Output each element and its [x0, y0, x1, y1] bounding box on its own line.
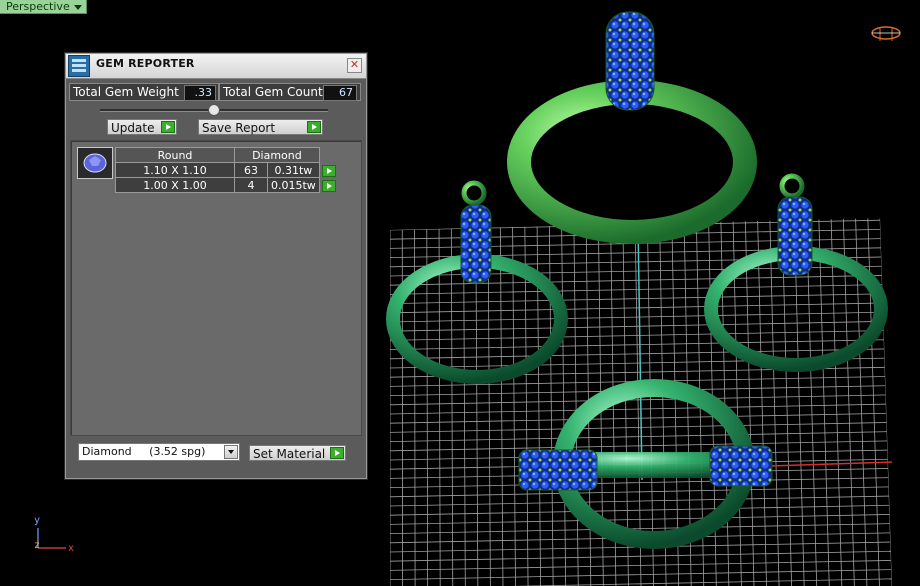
total-gem-weight-value: .33 — [184, 85, 216, 101]
set-material-button-label: Set Material — [253, 447, 326, 461]
gem-size: 1.00 X 1.00 — [115, 177, 235, 193]
gem-count: 63 — [234, 162, 268, 178]
go-arrow-icon — [307, 121, 321, 133]
save-report-button-label: Save Report — [202, 121, 276, 135]
gem-reporter-app-icon — [68, 55, 90, 77]
gem-size: 1.10 X 1.10 — [115, 162, 235, 178]
dropdown-arrow-icon[interactable] — [224, 445, 238, 459]
pendant-top — [507, 11, 757, 244]
viewport-label: Perspective — [6, 0, 70, 13]
column-header-cut: Round — [115, 147, 235, 163]
axis-label-z: z — [34, 540, 41, 551]
total-gem-count-value: 67 — [323, 85, 357, 101]
material-select-value: Diamond (3.52 spg) — [82, 445, 206, 458]
column-header-material: Diamond — [234, 147, 320, 163]
gem-table-header-row: Round Diamond — [115, 147, 338, 163]
gem-count: 4 — [234, 177, 268, 193]
gem-reporter-dialog: GEM REPORTER ✕ Total Gem Weight .33 Tota… — [65, 53, 367, 479]
material-select[interactable]: Diamond (3.52 spg) — [78, 443, 240, 461]
gem-weight: 0.31tw — [267, 162, 320, 178]
close-icon[interactable]: ✕ — [347, 58, 362, 73]
gem-list-panel: Round Diamond 1.10 X 1.10 63 0.31tw 1.00… — [70, 140, 362, 436]
update-button-label: Update — [111, 121, 155, 135]
go-arrow-icon — [161, 121, 175, 133]
axis-label-x: x — [68, 543, 75, 554]
update-button[interactable]: Update — [107, 119, 177, 135]
axis-label-y: y — [34, 515, 41, 526]
gem-weight: 0.015tw — [267, 177, 320, 193]
go-arrow-icon — [330, 447, 344, 459]
table-row[interactable]: 1.00 X 1.00 4 0.015tw — [115, 177, 338, 193]
slider-handle[interactable] — [208, 104, 220, 116]
go-arrow-icon[interactable] — [321, 164, 336, 177]
gem-table: Round Diamond 1.10 X 1.10 63 0.31tw 1.00… — [115, 147, 338, 193]
set-material-button[interactable]: Set Material — [249, 445, 346, 461]
axis-triad — [37, 528, 66, 549]
chevron-down-icon — [73, 4, 82, 10]
table-row[interactable]: 1.10 X 1.10 63 0.31tw — [115, 162, 338, 178]
viewport-label-tab[interactable]: Perspective — [0, 0, 87, 14]
dialog-title: GEM REPORTER — [96, 57, 195, 70]
camera-icon — [871, 26, 901, 41]
dialog-titlebar[interactable]: GEM REPORTER ✕ — [66, 54, 366, 79]
save-report-button[interactable]: Save Report — [198, 119, 323, 135]
round-gem-icon — [77, 147, 113, 179]
go-arrow-icon[interactable] — [322, 179, 337, 192]
